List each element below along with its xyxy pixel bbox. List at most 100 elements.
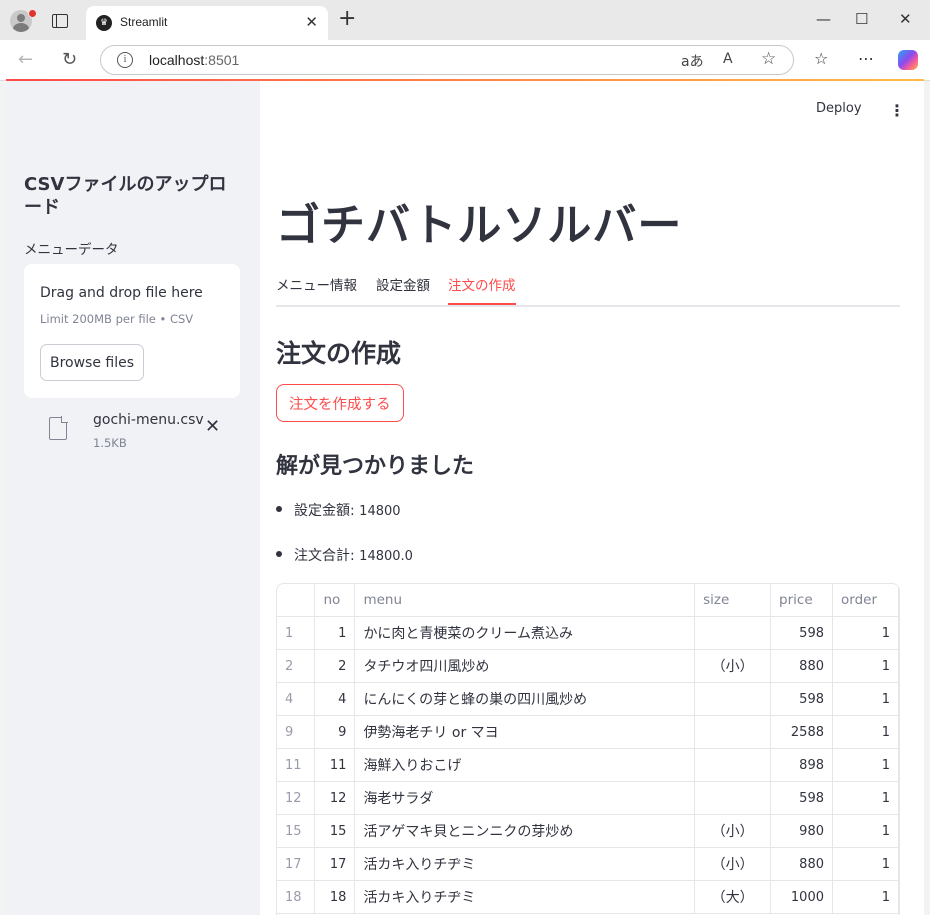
cell-size[interactable] <box>694 616 772 650</box>
column-header-no[interactable]: no <box>314 584 356 617</box>
cell-menu[interactable]: 海老サラダ <box>354 781 696 815</box>
cell-menu[interactable]: 活カキ入りチヂミ <box>354 847 696 881</box>
close-tab-icon[interactable]: ✕ <box>305 13 318 31</box>
tab-budget[interactable]: 設定金額 <box>376 274 430 303</box>
cell-index[interactable]: 2 <box>277 649 316 683</box>
cell-order[interactable]: 1 <box>832 715 899 749</box>
cell-index[interactable]: 11 <box>277 748 316 782</box>
url-host: localhost <box>149 52 205 68</box>
column-header-index[interactable] <box>277 584 316 617</box>
order-dataframe[interactable]: no menu size price order 1 1 かに肉と青梗菜のクリー… <box>276 583 900 915</box>
cell-no[interactable]: 9 <box>314 715 356 749</box>
cell-order[interactable]: 1 <box>832 748 899 782</box>
file-icon <box>49 416 68 440</box>
column-header-size[interactable]: size <box>694 584 772 617</box>
uploader-label: メニューデータ <box>24 242 119 258</box>
more-options-icon[interactable]: ⋯ <box>858 49 874 68</box>
tab-actions-icon[interactable] <box>52 14 68 28</box>
minimize-icon[interactable]: — <box>816 10 831 28</box>
maximize-icon[interactable]: ☐ <box>855 10 868 28</box>
cell-menu[interactable]: にんにくの芽と蜂の巣の四川風炒め <box>354 682 696 716</box>
close-window-icon[interactable]: ✕ <box>899 10 912 28</box>
cell-price[interactable]: 1000 <box>770 880 833 914</box>
browse-files-button[interactable]: Browse files <box>40 344 144 381</box>
tab-create-order[interactable]: 注文の作成 <box>448 274 516 305</box>
cell-no[interactable]: 4 <box>314 682 356 716</box>
cell-index[interactable]: 15 <box>277 814 316 848</box>
favorite-star-icon[interactable]: ☆ <box>761 49 776 69</box>
new-tab-icon[interactable]: + <box>338 6 356 31</box>
cell-order[interactable]: 1 <box>832 616 899 650</box>
cell-no[interactable]: 15 <box>314 814 356 848</box>
cell-size[interactable] <box>694 781 772 815</box>
column-header-menu[interactable]: menu <box>354 584 696 617</box>
cell-size[interactable]: （小） <box>694 649 772 683</box>
cell-price[interactable]: 598 <box>770 781 833 815</box>
cell-price[interactable]: 2588 <box>770 715 833 749</box>
main-menu-icon[interactable]: ⋮ <box>889 101 905 120</box>
cell-menu[interactable]: かに肉と青梗菜のクリーム煮込み <box>354 616 696 650</box>
cell-order[interactable]: 1 <box>832 682 899 716</box>
dropzone-instructions: Drag and drop file here <box>40 285 203 301</box>
cell-price[interactable]: 898 <box>770 748 833 782</box>
cell-order[interactable]: 1 <box>832 847 899 881</box>
tab-menu-info[interactable]: メニュー情報 <box>276 274 357 303</box>
cell-size[interactable]: （小） <box>694 814 772 848</box>
cell-price[interactable]: 880 <box>770 649 833 683</box>
cell-no[interactable]: 1 <box>314 616 356 650</box>
cell-menu[interactable]: 伊勢海老チリ or マヨ <box>354 715 696 749</box>
cell-order[interactable]: 1 <box>832 781 899 815</box>
order-table: no menu size price order 1 1 かに肉と青梗菜のクリー… <box>277 584 899 914</box>
cell-price[interactable]: 980 <box>770 814 833 848</box>
cell-size[interactable]: （小） <box>694 847 772 881</box>
reload-icon[interactable]: ↻ <box>62 49 77 70</box>
cell-size[interactable] <box>694 715 772 749</box>
cell-index[interactable]: 18 <box>277 880 316 914</box>
cell-index[interactable]: 9 <box>277 715 316 749</box>
deploy-button[interactable]: Deploy <box>816 101 862 116</box>
bullet-order-total: 注文合計: 14800.0 <box>276 545 413 565</box>
cell-no[interactable]: 12 <box>314 781 356 815</box>
cell-no[interactable]: 2 <box>314 649 356 683</box>
address-bar[interactable]: i localhost:8501 aあ A ☆ <box>100 45 794 75</box>
cell-order[interactable]: 1 <box>832 649 899 683</box>
site-info-icon[interactable]: i <box>117 52 133 68</box>
table-row: 12 12 海老サラダ 598 1 <box>277 781 899 815</box>
cell-size[interactable] <box>694 682 772 716</box>
create-order-button[interactable]: 注文を作成する <box>276 384 404 422</box>
translate-icon[interactable]: aあ <box>681 51 704 71</box>
cell-size[interactable] <box>694 748 772 782</box>
remove-file-icon[interactable]: ✕ <box>205 416 220 437</box>
cell-index[interactable]: 4 <box>277 682 316 716</box>
cell-size[interactable]: （大） <box>694 880 772 914</box>
cell-menu[interactable]: タチウオ四川風炒め <box>354 649 696 683</box>
dropzone-limit: Limit 200MB per file • CSV <box>40 312 194 326</box>
cell-order[interactable]: 1 <box>832 814 899 848</box>
sidebar-title: CSVファイルのアップロード <box>24 174 227 218</box>
cell-menu[interactable]: 海鮮入りおこげ <box>354 748 696 782</box>
favorites-icon[interactable]: ☆ <box>814 49 828 68</box>
cell-no[interactable]: 18 <box>314 880 356 914</box>
cell-no[interactable]: 11 <box>314 748 356 782</box>
cell-menu[interactable]: 活カキ入りチヂミ <box>354 880 696 914</box>
column-header-order[interactable]: order <box>832 584 899 617</box>
back-icon[interactable]: ← <box>18 49 33 70</box>
cell-index[interactable]: 17 <box>277 847 316 881</box>
bullet-budget-value: 14800 <box>359 504 401 519</box>
cell-price[interactable]: 880 <box>770 847 833 881</box>
cell-no[interactable]: 17 <box>314 847 356 881</box>
read-aloud-icon[interactable]: A <box>723 51 733 67</box>
table-row: 1 1 かに肉と青梗菜のクリーム煮込み 598 1 <box>277 616 899 650</box>
cell-menu[interactable]: 活アゲマキ貝とニンニクの芽炒め <box>354 814 696 848</box>
cell-index[interactable]: 1 <box>277 616 316 650</box>
cell-price[interactable]: 598 <box>770 682 833 716</box>
browser-tab[interactable]: ♛ Streamlit ✕ <box>86 6 328 40</box>
copilot-icon[interactable] <box>898 50 918 70</box>
uploaded-file-name: gochi-menu.csv <box>93 412 204 428</box>
cell-order[interactable]: 1 <box>832 880 899 914</box>
file-dropzone[interactable]: Drag and drop file here Limit 200MB per … <box>24 264 240 398</box>
cell-index[interactable]: 12 <box>277 781 316 815</box>
cell-price[interactable]: 598 <box>770 616 833 650</box>
column-header-price[interactable]: price <box>770 584 833 617</box>
section-title: 注文の作成 <box>276 339 402 368</box>
